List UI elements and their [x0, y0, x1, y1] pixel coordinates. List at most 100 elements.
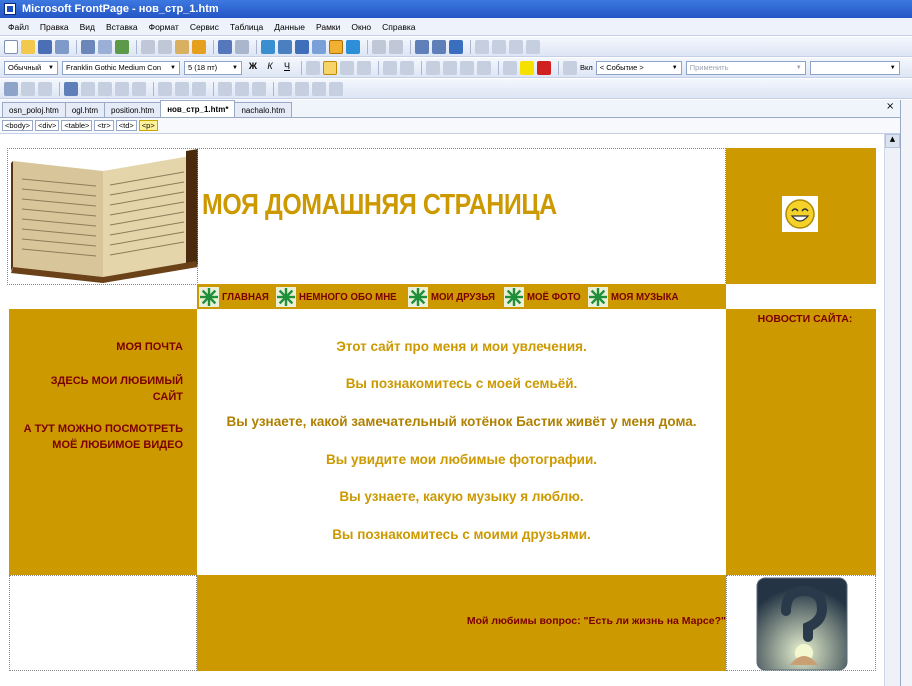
apply-select[interactable]: Применить ▼ — [685, 60, 806, 75]
document-tab[interactable]: osn_poloj.htm — [2, 102, 66, 117]
link-favorite-video[interactable]: А ТУТ МОЖНО ПОСМОТРЕТЬ МОЁ ЛЮБИМОЕ ВИДЕО — [23, 421, 183, 453]
document-tab[interactable]: nachalo.htm — [234, 102, 293, 117]
copy-icon[interactable] — [158, 39, 172, 54]
font-color-icon[interactable] — [537, 60, 551, 75]
menu-item-4[interactable]: Формат — [149, 22, 179, 32]
align-right-icon[interactable] — [340, 60, 354, 75]
fill-color-icon[interactable] — [252, 81, 266, 96]
format-painter-icon[interactable] — [192, 39, 206, 54]
insert-rows-icon[interactable] — [64, 81, 78, 96]
menu-item-9[interactable]: Окно — [351, 22, 371, 32]
draw-table-icon[interactable] — [38, 81, 52, 96]
scroll-up-icon[interactable]: ▲ — [885, 134, 900, 148]
delete-cells-icon[interactable] — [98, 81, 112, 96]
undo-icon[interactable] — [218, 39, 232, 54]
font-select[interactable]: Franklin Gothic Medium Con ▼ — [62, 60, 180, 75]
split-cells-icon[interactable] — [132, 81, 146, 96]
cut-icon[interactable] — [141, 39, 155, 54]
tag-crumb[interactable]: <td> — [115, 120, 137, 131]
increase-indent-icon[interactable] — [477, 60, 491, 75]
nav-link[interactable]: НЕМНОГО ОБО МНЕ — [299, 291, 397, 303]
web-component-icon[interactable] — [261, 39, 275, 54]
new-page-icon[interactable] — [4, 39, 18, 54]
menu-item-7[interactable]: Данные — [274, 22, 305, 32]
oval-icon[interactable] — [312, 81, 326, 96]
print-icon[interactable] — [81, 39, 95, 54]
nav-link[interactable]: МОЯ МУЗЫКА — [611, 291, 679, 303]
decrease-indent-icon[interactable] — [460, 60, 474, 75]
align-bottom-icon[interactable] — [192, 81, 206, 96]
decrease-font-icon[interactable] — [400, 60, 414, 75]
drawing-icon[interactable] — [329, 39, 343, 54]
preview-icon[interactable] — [98, 39, 112, 54]
underline-button[interactable]: Ч — [280, 61, 294, 75]
tag-crumb[interactable]: <table> — [61, 120, 93, 131]
design-view[interactable]: МОЯ ДОМАШНЯЯ СТРАНИЦА ГЛАВНАЯ НЕМНОГО ОБО… — [0, 134, 884, 686]
tag-crumb[interactable]: <tr> — [94, 120, 114, 131]
paste-icon[interactable] — [175, 39, 189, 54]
align-left-icon[interactable] — [306, 60, 320, 75]
paragraph-icon[interactable] — [432, 39, 446, 54]
insert-picture-icon[interactable] — [312, 39, 326, 54]
arrow-icon[interactable] — [329, 81, 343, 96]
document-tab[interactable]: position.htm — [104, 102, 162, 117]
layer-forward-icon[interactable] — [492, 39, 506, 54]
menu-item-2[interactable]: Вид — [80, 22, 95, 32]
save-icon[interactable] — [38, 39, 52, 54]
justify-icon[interactable] — [357, 60, 371, 75]
distribute-columns-icon[interactable] — [235, 81, 249, 96]
hyperlink-icon[interactable] — [346, 39, 360, 54]
nav-link[interactable]: МОЁ ФОТО — [527, 291, 581, 303]
bold-button[interactable]: Ж — [246, 61, 260, 75]
text-box-icon[interactable] — [21, 81, 35, 96]
align-center-icon[interactable] — [323, 60, 337, 75]
vertical-scrollbar[interactable]: ▲ — [884, 134, 900, 686]
tag-crumb[interactable]: <div> — [35, 120, 60, 131]
insert-table-icon[interactable] — [278, 39, 292, 54]
style-select[interactable]: Обычный ▼ — [4, 60, 58, 75]
document-tab[interactable]: ogl.htm — [64, 102, 106, 117]
menu-item-5[interactable]: Сервис — [190, 22, 219, 32]
insert-columns-icon[interactable] — [81, 81, 95, 96]
tag-crumb[interactable]: <body> — [2, 120, 34, 131]
merge-cells-icon[interactable] — [115, 81, 129, 96]
nav-link[interactable]: ГЛАВНАЯ — [222, 291, 269, 303]
menu-item-8[interactable]: Рамки — [316, 22, 340, 32]
insert-layer-icon[interactable] — [295, 39, 309, 54]
center-vertically-icon[interactable] — [175, 81, 189, 96]
positioning-icon[interactable] — [475, 39, 489, 54]
help-icon[interactable] — [449, 39, 463, 54]
absolute-position-icon[interactable] — [526, 39, 540, 54]
menu-item-6[interactable]: Таблица — [230, 22, 263, 32]
font-size-select[interactable]: 5 (18 пт) ▼ — [184, 60, 242, 75]
bulleted-list-icon[interactable] — [443, 60, 457, 75]
layer-back-icon[interactable] — [509, 39, 523, 54]
menu-item-3[interactable]: Вставка — [106, 22, 138, 32]
menu-item-1[interactable]: Правка — [40, 22, 69, 32]
refresh-icon[interactable] — [372, 39, 386, 54]
distribute-rows-icon[interactable] — [218, 81, 232, 96]
event-select[interactable]: < Событие > ▼ — [595, 60, 682, 75]
italic-button[interactable]: К — [263, 61, 277, 75]
borders-icon[interactable] — [503, 60, 517, 75]
open-folder-icon[interactable] — [21, 39, 35, 54]
numbered-list-icon[interactable] — [426, 60, 440, 75]
table-icon[interactable] — [4, 81, 18, 96]
blank-select[interactable]: ▼ — [809, 60, 900, 75]
document-tab[interactable]: нов_стр_1.htm* — [160, 100, 236, 117]
show-all-icon[interactable] — [415, 39, 429, 54]
highlight-icon[interactable] — [520, 60, 534, 75]
increase-font-icon[interactable] — [383, 60, 397, 75]
nav-link[interactable]: МОИ ДРУЗЬЯ — [431, 291, 495, 303]
find-icon[interactable] — [55, 39, 69, 54]
stop-icon[interactable] — [389, 39, 403, 54]
align-top-icon[interactable] — [158, 81, 172, 96]
line-icon[interactable] — [278, 81, 292, 96]
window-title-bar[interactable]: Microsoft FrontPage - нов_стр_1.htm — [0, 0, 912, 18]
menu-item-10[interactable]: Справка — [382, 22, 415, 32]
redo-icon[interactable] — [235, 39, 249, 54]
link-my-mail[interactable]: МОЯ ПОЧТА — [23, 339, 183, 355]
behaviors-icon[interactable] — [563, 60, 577, 75]
tag-crumb[interactable]: <p> — [138, 120, 158, 131]
menu-item-0[interactable]: Файл — [8, 22, 29, 32]
